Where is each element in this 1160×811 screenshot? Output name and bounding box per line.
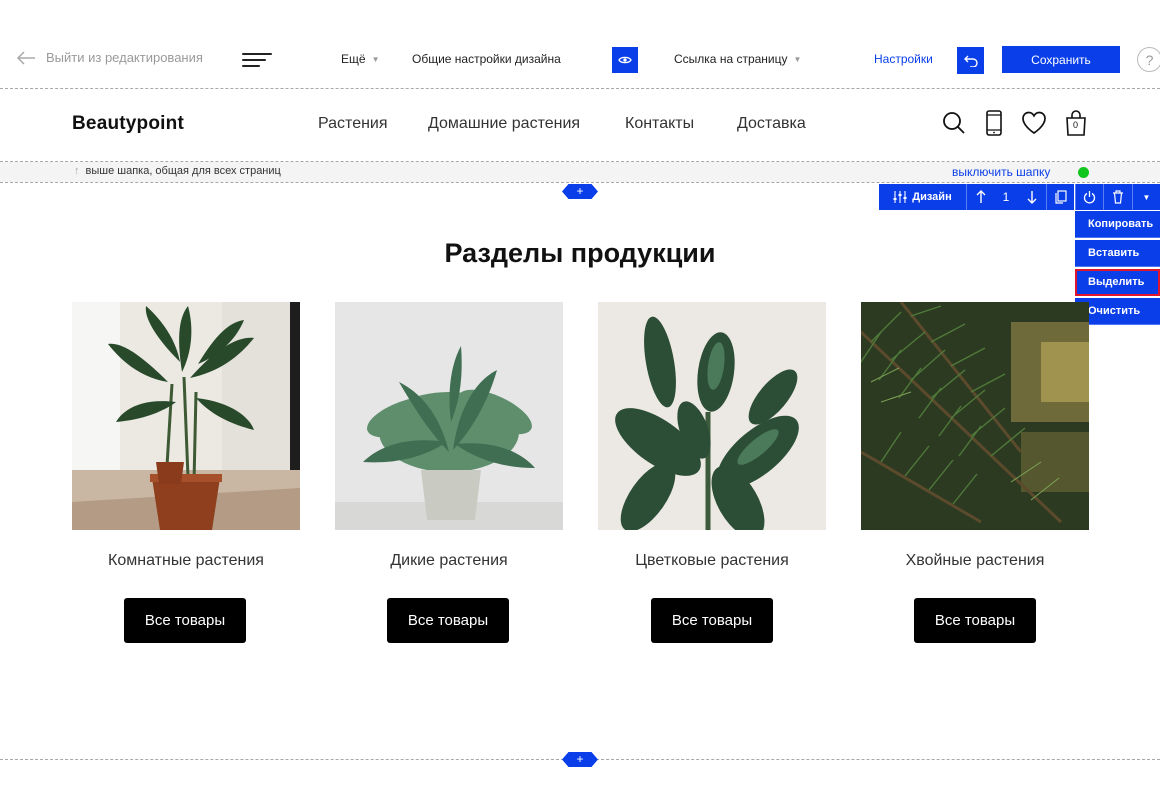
help-button[interactable]: ?: [1137, 47, 1160, 72]
site-header: Beautypoint Растения Домашние растения К…: [0, 89, 1160, 161]
plant-image: [335, 302, 563, 530]
all-products-button-indoor[interactable]: Все товары: [124, 598, 246, 643]
category-image-wild[interactable]: [335, 302, 563, 530]
move-up-button[interactable]: [966, 184, 994, 210]
more-dropdown[interactable]: Ещё ▼: [341, 52, 379, 66]
delete-block-button[interactable]: [1103, 184, 1132, 210]
add-block-button-top[interactable]: +: [562, 184, 598, 199]
plant-image: [861, 302, 1089, 530]
plant-image: [72, 302, 300, 530]
arrow-left-icon: [16, 50, 35, 65]
section-title: Разделы продукции: [444, 238, 716, 268]
category-title-conifer: Хвойные растения: [905, 552, 1045, 569]
heart-icon[interactable]: [1020, 109, 1048, 137]
plant-image: [598, 302, 826, 530]
save-button[interactable]: Сохранить: [1002, 46, 1120, 73]
preview-button[interactable]: [612, 47, 638, 73]
nav-item-contacts[interactable]: Контакты: [625, 115, 694, 133]
settings-link[interactable]: Настройки: [874, 52, 933, 66]
phone-icon[interactable]: [980, 109, 1008, 137]
page-link-label: Ссылка на страницу: [674, 52, 788, 66]
nav-item-plants[interactable]: Растения: [318, 115, 388, 133]
cart-count: 0: [1073, 120, 1079, 130]
menu-item-copy[interactable]: Копировать: [1075, 211, 1160, 238]
hamburger-menu-icon[interactable]: [242, 52, 272, 68]
undo-button[interactable]: [957, 47, 984, 74]
disable-header-link[interactable]: выключить шапку: [952, 165, 1050, 179]
undo-icon: [963, 55, 978, 67]
exit-editing-button[interactable]: Выйти из редактирования: [16, 50, 203, 65]
arrow-up-icon: [976, 190, 985, 203]
power-icon: [1083, 191, 1096, 204]
all-products-button-wild[interactable]: Все товары: [387, 598, 509, 643]
search-icon[interactable]: [940, 109, 968, 137]
cart-icon[interactable]: 0: [1062, 109, 1090, 137]
category-image-conifer[interactable]: [861, 302, 1089, 530]
page-link-dropdown[interactable]: Ссылка на страницу ▼: [674, 52, 801, 66]
category-title-indoor: Комнатные растения: [108, 552, 264, 569]
caret-down-icon: ▼: [371, 55, 380, 65]
category-title-flowering: Цветковые растения: [635, 552, 789, 569]
block-position: 1: [994, 184, 1018, 210]
category-title-wild: Дикие растения: [390, 552, 508, 569]
category-image-flowering[interactable]: [598, 302, 826, 530]
arrow-up-icon: ↑: [74, 165, 80, 177]
move-down-button[interactable]: [1018, 184, 1046, 210]
copy-icon: [1054, 190, 1067, 204]
all-products-button-conifer[interactable]: Все товары: [914, 598, 1036, 643]
eye-icon: [618, 56, 632, 64]
nav-item-house-plants[interactable]: Домашние растения: [428, 115, 580, 133]
duplicate-button[interactable]: [1046, 184, 1074, 210]
sliders-icon: [893, 191, 907, 203]
header-note-bar: ↑ выше шапка, общая для всех страниц выкл…: [0, 162, 1160, 182]
block-design-button[interactable]: Дизайн: [879, 184, 966, 210]
header-note-text: выше шапка, общая для всех страниц: [85, 165, 281, 177]
all-products-button-flowering[interactable]: Все товары: [651, 598, 773, 643]
trash-icon: [1113, 190, 1123, 204]
nav-item-delivery[interactable]: Доставка: [737, 115, 806, 133]
caret-down-icon: ▼: [793, 55, 802, 65]
toggle-block-button[interactable]: [1075, 184, 1103, 210]
design-label: Дизайн: [912, 191, 952, 203]
add-block-button-bottom[interactable]: +: [562, 752, 598, 767]
design-settings-link[interactable]: Общие настройки дизайна: [412, 52, 561, 66]
block-menu-toggle[interactable]: ▼: [1132, 184, 1160, 210]
header-note: ↑ выше шапка, общая для всех страниц: [74, 165, 281, 177]
category-image-indoor[interactable]: [72, 302, 300, 530]
exit-editing-label: Выйти из редактирования: [46, 50, 203, 65]
caret-down-icon: ▼: [1142, 192, 1151, 202]
more-label: Ещё: [341, 52, 366, 66]
arrow-down-icon: [1027, 191, 1037, 204]
menu-item-select[interactable]: Выделить: [1075, 269, 1160, 296]
site-logo[interactable]: Beautypoint: [72, 113, 184, 135]
header-status-dot: [1078, 167, 1089, 178]
editor-toolbar: Выйти из редактирования Ещё ▼ Общие настр…: [0, 0, 1160, 88]
header-note-divider: [0, 182, 1160, 183]
